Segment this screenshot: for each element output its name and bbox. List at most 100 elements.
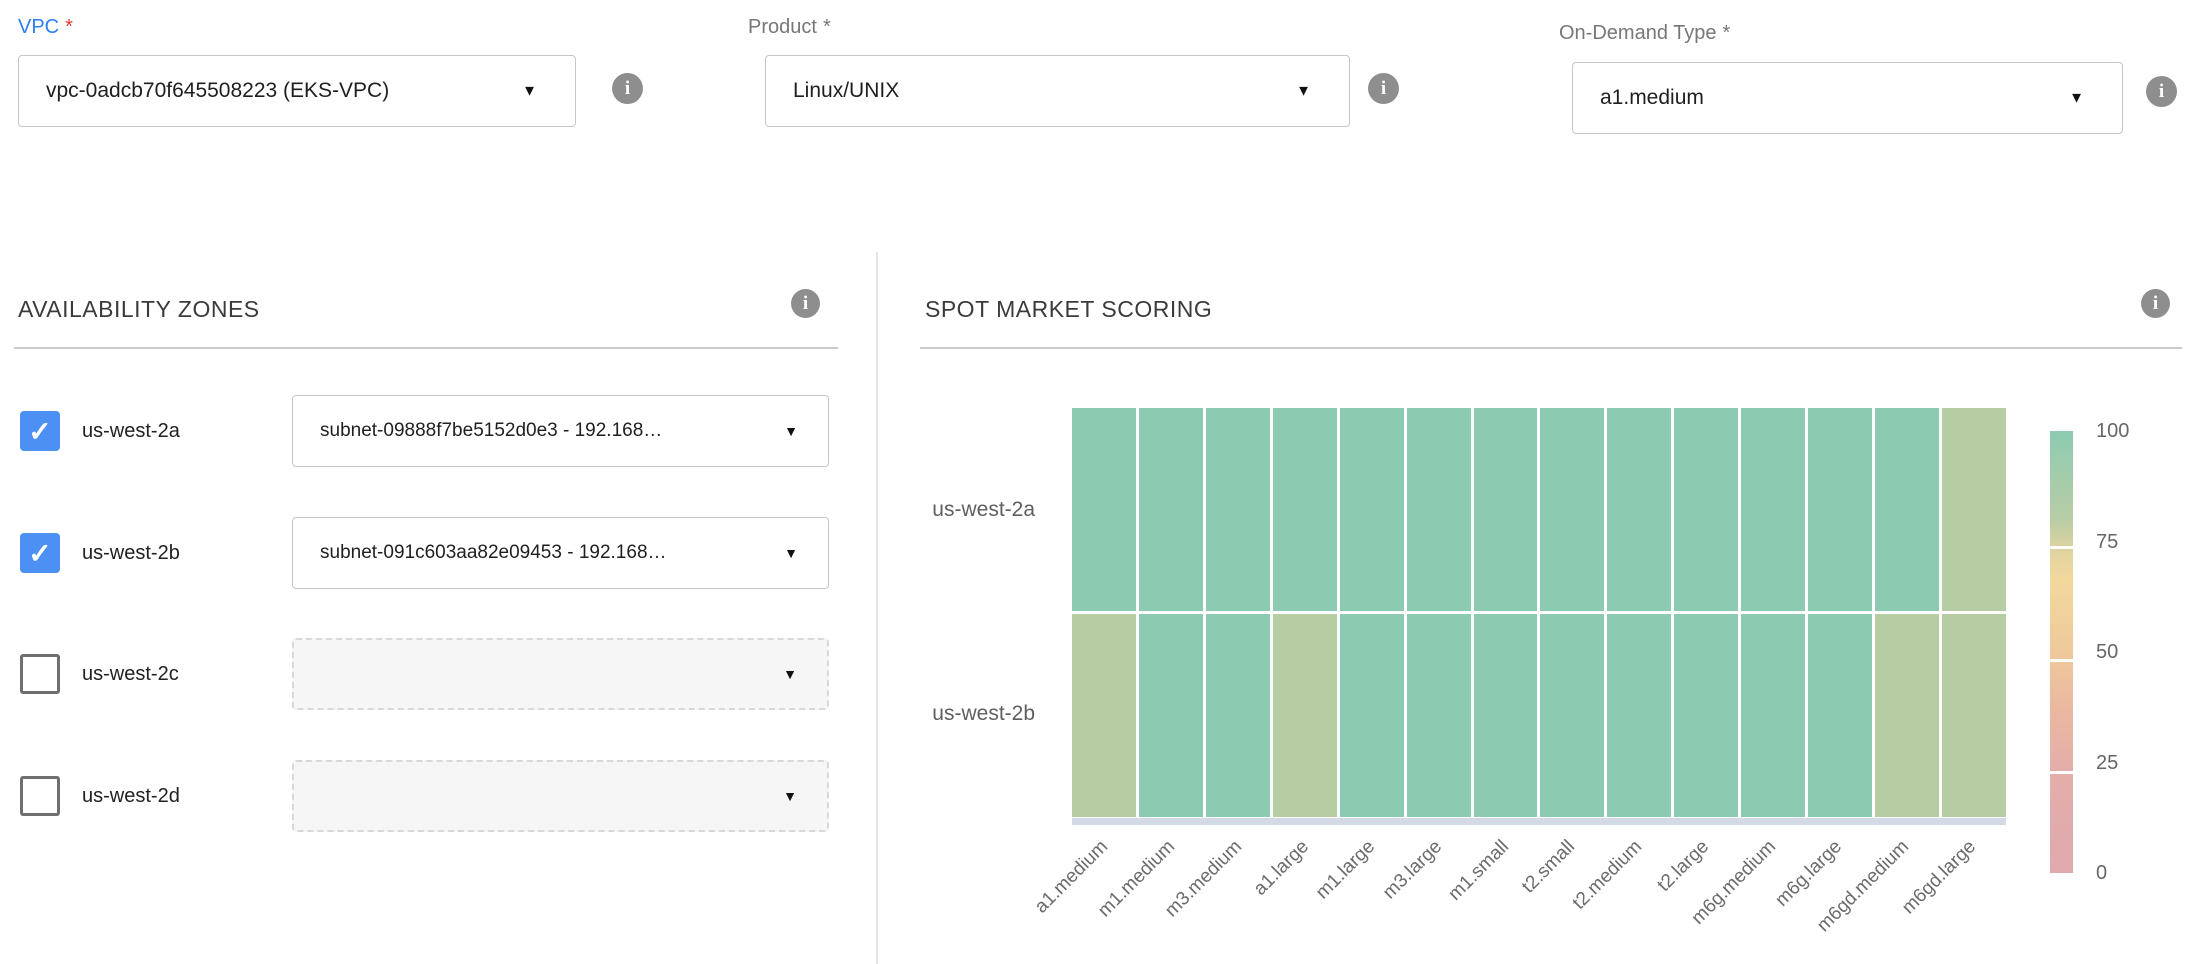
availability-zones-divider: [14, 347, 838, 349]
heatmap-cell-us-west-2a-m1.medium: [1139, 408, 1203, 611]
az-checkbox-us-west-2a[interactable]: ✓: [20, 411, 60, 451]
subnet-select-us-west-2b[interactable]: subnet-091c603aa82e09453 - 192.168…▼: [292, 517, 829, 589]
heatmap-cell-us-west-2b-m6g.medium: [1741, 614, 1805, 817]
product-required-asterisk: *: [823, 16, 831, 38]
heatmap-cell-us-west-2b-m1.medium: [1139, 614, 1203, 817]
vpc-required-asterisk: *: [65, 16, 73, 38]
row-label-us-west-2b: us-west-2b: [855, 700, 1035, 728]
heatmap-cell-us-west-2a-m6g.large: [1808, 408, 1872, 611]
score-color-legend: [2050, 431, 2073, 873]
column-label-m1.small: m1.small: [1390, 835, 1514, 959]
heatmap-cell-us-west-2b-t2.medium: [1607, 614, 1671, 817]
heatmap-cell-us-west-2b-a1.large: [1273, 614, 1337, 817]
heatmap-cell-us-west-2a-t2.medium: [1607, 408, 1671, 611]
heatmap-cell-us-west-2b-t2.small: [1540, 614, 1604, 817]
heatmap-cell-us-west-2a-m6gd.medium: [1875, 408, 1939, 611]
heatmap-cell-us-west-2b-m6g.large: [1808, 614, 1872, 817]
on-demand-type-label: On-Demand Type *: [1559, 22, 1730, 45]
product-info-icon[interactable]: i: [1368, 73, 1399, 104]
heatmap-cell-us-west-2b-a1.medium: [1072, 614, 1136, 817]
chevron-down-icon: ▼: [1296, 84, 1311, 99]
spot-market-scoring-title: SPOT MARKET SCORING: [925, 296, 1212, 323]
row-label-us-west-2a: us-west-2a: [855, 496, 1035, 524]
column-label-a1.medium: a1.medium: [990, 835, 1114, 959]
spot-market-scoring-divider: [920, 347, 2182, 349]
subnet-select-value: subnet-091c603aa82e09453 - 192.168…: [293, 542, 828, 564]
subnet-select-us-west-2d[interactable]: ▼: [292, 760, 829, 832]
legend-tick-75: 75: [2096, 529, 2166, 555]
chevron-down-icon: ▼: [2069, 91, 2084, 106]
product-label: Product *: [748, 16, 831, 39]
chevron-down-icon: ▼: [783, 667, 797, 681]
subnet-select-us-west-2c[interactable]: ▼: [292, 638, 829, 710]
heatmap-cell-us-west-2b-m3.medium: [1206, 614, 1270, 817]
product-select[interactable]: Linux/UNIX ▼: [765, 55, 1350, 127]
heatmap-cell-us-west-2b-m1.small: [1474, 614, 1538, 817]
product-select-value: Linux/UNIX: [766, 79, 1349, 103]
az-row-us-west-2b: ✓ us-west-2b subnet-091c603aa82e09453 - 19…: [20, 517, 832, 589]
legend-tick-100: 100: [2096, 418, 2166, 444]
heatmap-axis-strip: [1072, 818, 2006, 825]
heatmap-cell-us-west-2a-m1.small: [1474, 408, 1538, 611]
az-row-us-west-2a: ✓ us-west-2a subnet-09888f7be5152d0e3 - 19…: [20, 395, 832, 467]
az-checkbox-us-west-2c[interactable]: [20, 654, 60, 694]
column-label-m1.large: m1.large: [1257, 835, 1381, 959]
az-zone-label: us-west-2a: [82, 395, 180, 467]
column-label-a1.large: a1.large: [1190, 835, 1314, 959]
on-demand-required-asterisk: *: [1723, 22, 1731, 44]
heatmap-cell-us-west-2a-a1.large: [1273, 408, 1337, 611]
az-row-us-west-2c: us-west-2c ▼: [20, 638, 832, 710]
heatmap-cell-us-west-2b-m1.large: [1340, 614, 1404, 817]
heatmap-cell-us-west-2a-m6gd.large: [1942, 408, 2006, 611]
spot-market-scoring-info-icon[interactable]: i: [2141, 289, 2170, 318]
column-label-m6g.medium: m6g.medium: [1657, 835, 1781, 959]
heatmap-cell-us-west-2b-m6gd.large: [1942, 614, 2006, 817]
chevron-down-icon: ▼: [783, 789, 797, 803]
spot-configuration-page: VPC * vpc-0adcb70f645508223 (EKS-VPC) ▼ i…: [0, 0, 2196, 964]
spot-score-heatmap: [1072, 408, 2006, 817]
az-zone-label: us-west-2c: [82, 638, 179, 710]
on-demand-type-label-text: On-Demand Type: [1559, 22, 1717, 44]
product-label-text: Product: [748, 16, 817, 38]
az-row-us-west-2d: us-west-2d ▼: [20, 760, 832, 832]
az-zone-label: us-west-2b: [82, 517, 180, 589]
column-label-m6g.large: m6g.large: [1724, 835, 1848, 959]
heatmap-cell-us-west-2a-t2.small: [1540, 408, 1604, 611]
legend-separator: [2050, 659, 2073, 662]
legend-separator: [2050, 771, 2073, 774]
heatmap-cell-us-west-2b-m3.large: [1407, 614, 1471, 817]
subnet-select-value: subnet-09888f7be5152d0e3 - 192.168…: [293, 420, 828, 442]
column-label-m6gd.large: m6gd.large: [1857, 835, 1981, 959]
vpc-label-text: VPC: [18, 16, 59, 38]
chevron-down-icon: ▼: [522, 84, 537, 99]
availability-zones-title: AVAILABILITY ZONES: [18, 296, 260, 323]
az-zone-label: us-west-2d: [82, 760, 180, 832]
column-label-t2.small: t2.small: [1457, 835, 1581, 959]
heatmap-cell-us-west-2a-m3.large: [1407, 408, 1471, 611]
vpc-select-value: vpc-0adcb70f645508223 (EKS-VPC): [19, 79, 575, 103]
subnet-select-us-west-2a[interactable]: subnet-09888f7be5152d0e3 - 192.168…▼: [292, 395, 829, 467]
az-checkbox-us-west-2d[interactable]: [20, 776, 60, 816]
legend-tick-0: 0: [2096, 860, 2166, 886]
legend-separator: [2050, 546, 2073, 549]
panel-divider: [876, 252, 878, 964]
on-demand-type-select[interactable]: a1.medium ▼: [1572, 62, 2123, 134]
heatmap-cell-us-west-2a-m6g.medium: [1741, 408, 1805, 611]
heatmap-cell-us-west-2b-t2.large: [1674, 614, 1738, 817]
chevron-down-icon: ▼: [784, 424, 798, 438]
heatmap-cell-us-west-2a-m1.large: [1340, 408, 1404, 611]
vpc-select[interactable]: vpc-0adcb70f645508223 (EKS-VPC) ▼: [18, 55, 576, 127]
heatmap-cell-us-west-2a-t2.large: [1674, 408, 1738, 611]
availability-zones-info-icon[interactable]: i: [791, 289, 820, 318]
legend-tick-50: 50: [2096, 639, 2166, 665]
legend-tick-25: 25: [2096, 750, 2166, 776]
vpc-label: VPC *: [18, 16, 73, 39]
heatmap-cell-us-west-2a-a1.medium: [1072, 408, 1136, 611]
az-checkbox-us-west-2b[interactable]: ✓: [20, 533, 60, 573]
chevron-down-icon: ▼: [784, 546, 798, 560]
heatmap-cell-us-west-2b-m6gd.medium: [1875, 614, 1939, 817]
on-demand-type-select-value: a1.medium: [1573, 86, 2122, 110]
vpc-info-icon[interactable]: i: [612, 73, 643, 104]
on-demand-info-icon[interactable]: i: [2146, 76, 2177, 107]
heatmap-cell-us-west-2a-m3.medium: [1206, 408, 1270, 611]
